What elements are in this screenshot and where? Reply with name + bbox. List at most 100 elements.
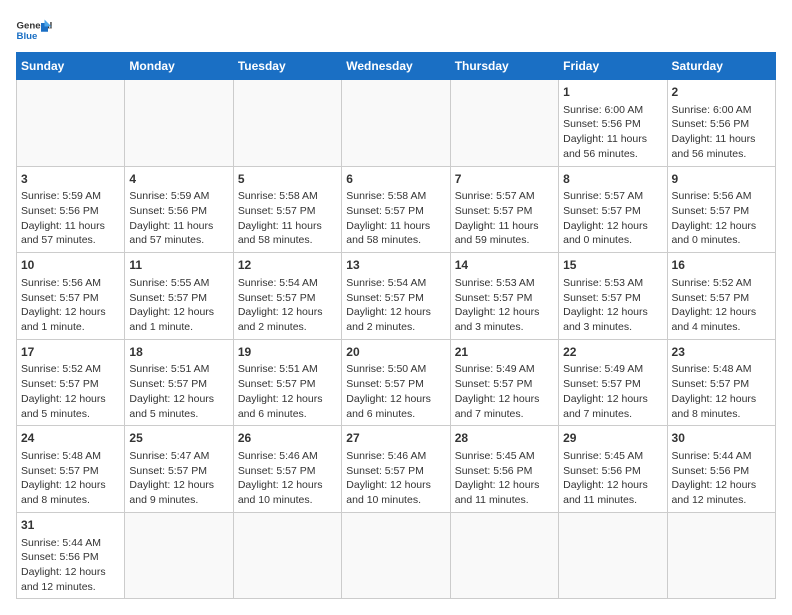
calendar-cell: 30 Sunrise: 5:44 AM Sunset: 5:56 PM Dayli… xyxy=(667,426,775,513)
calendar-cell xyxy=(125,80,233,167)
day-number: 21 xyxy=(455,344,554,361)
calendar-cell: 3Sunrise: 5:59 AM Sunset: 5:56 PM Daylig… xyxy=(17,166,125,253)
day-info: Sunrise: 5:47 AM Sunset: 5:57 PM Dayligh… xyxy=(129,449,228,508)
day-number: 13 xyxy=(346,257,445,274)
day-info: Sunrise: 5:50 AM Sunset: 5:57 PM Dayligh… xyxy=(346,362,445,421)
day-info: Sunrise: 5:51 AM Sunset: 5:57 PM Dayligh… xyxy=(129,362,228,421)
day-info: Sunrise: 5:48 AM Sunset: 5:57 PM Dayligh… xyxy=(21,449,120,508)
day-info: Sunrise: 5:58 AM Sunset: 5:57 PM Dayligh… xyxy=(346,189,445,248)
calendar-cell: 1Sunrise: 6:00 AM Sunset: 5:56 PM Daylig… xyxy=(559,80,667,167)
header: General Blue xyxy=(16,16,776,44)
weekday-header-monday: Monday xyxy=(125,53,233,80)
day-number: 28 xyxy=(455,430,554,447)
calendar-cell: 29Sunrise: 5:45 AM Sunset: 5:56 PM Dayli… xyxy=(559,426,667,513)
day-number: 10 xyxy=(21,257,120,274)
day-info: Sunrise: 5:53 AM Sunset: 5:57 PM Dayligh… xyxy=(563,276,662,335)
day-info: Sunrise: 5:44 AM Sunset: 5:56 PM Dayligh… xyxy=(21,536,120,595)
day-number: 27 xyxy=(346,430,445,447)
day-info: Sunrise: 5:46 AM Sunset: 5:57 PM Dayligh… xyxy=(346,449,445,508)
weekday-header-thursday: Thursday xyxy=(450,53,558,80)
calendar-cell: 6Sunrise: 5:58 AM Sunset: 5:57 PM Daylig… xyxy=(342,166,450,253)
weekday-header-wednesday: Wednesday xyxy=(342,53,450,80)
calendar-cell: 19Sunrise: 5:51 AM Sunset: 5:57 PM Dayli… xyxy=(233,339,341,426)
logo: General Blue xyxy=(16,16,52,44)
weekday-header-saturday: Saturday xyxy=(667,53,775,80)
calendar-cell: 12Sunrise: 5:54 AM Sunset: 5:57 PM Dayli… xyxy=(233,253,341,340)
calendar-cell: 14 Sunrise: 5:53 AM Sunset: 5:57 PM Dayli… xyxy=(450,253,558,340)
day-number: 5 xyxy=(238,171,337,188)
day-number: 22 xyxy=(563,344,662,361)
calendar-cell xyxy=(342,80,450,167)
calendar-cell: 18Sunrise: 5:51 AM Sunset: 5:57 PM Dayli… xyxy=(125,339,233,426)
day-info: Sunrise: 5:55 AM Sunset: 5:57 PM Dayligh… xyxy=(129,276,228,335)
calendar-week-row: 24 Sunrise: 5:48 AM Sunset: 5:57 PM Dayli… xyxy=(17,426,776,513)
day-info: Sunrise: 5:46 AM Sunset: 5:57 PM Dayligh… xyxy=(238,449,337,508)
calendar-cell: 2 Sunrise: 6:00 AM Sunset: 5:56 PM Daylig… xyxy=(667,80,775,167)
day-number: 7 xyxy=(455,171,554,188)
calendar-week-row: 10Sunrise: 5:56 AM Sunset: 5:57 PM Dayli… xyxy=(17,253,776,340)
calendar-cell: 22Sunrise: 5:49 AM Sunset: 5:57 PM Dayli… xyxy=(559,339,667,426)
day-number: 30 xyxy=(672,430,771,447)
svg-text:Blue: Blue xyxy=(17,31,38,42)
day-info: Sunrise: 5:45 AM Sunset: 5:56 PM Dayligh… xyxy=(563,449,662,508)
day-number: 11 xyxy=(129,257,228,274)
day-info: Sunrise: 5:54 AM Sunset: 5:57 PM Dayligh… xyxy=(346,276,445,335)
day-number: 26 xyxy=(238,430,337,447)
calendar-week-row: 1Sunrise: 6:00 AM Sunset: 5:56 PM Daylig… xyxy=(17,80,776,167)
day-info: Sunrise: 5:49 AM Sunset: 5:57 PM Dayligh… xyxy=(563,362,662,421)
day-info: Sunrise: 5:45 AM Sunset: 5:56 PM Dayligh… xyxy=(455,449,554,508)
calendar-cell xyxy=(559,512,667,599)
day-number: 9 xyxy=(672,171,771,188)
day-info: Sunrise: 5:56 AM Sunset: 5:57 PM Dayligh… xyxy=(672,189,771,248)
calendar-cell: 24 Sunrise: 5:48 AM Sunset: 5:57 PM Dayli… xyxy=(17,426,125,513)
calendar-cell: 27 Sunrise: 5:46 AM Sunset: 5:57 PM Dayli… xyxy=(342,426,450,513)
calendar-cell: 11 Sunrise: 5:55 AM Sunset: 5:57 PM Dayli… xyxy=(125,253,233,340)
weekday-header-tuesday: Tuesday xyxy=(233,53,341,80)
calendar-cell: 20Sunrise: 5:50 AM Sunset: 5:57 PM Dayli… xyxy=(342,339,450,426)
calendar-week-row: 17Sunrise: 5:52 AM Sunset: 5:57 PM Dayli… xyxy=(17,339,776,426)
day-number: 14 xyxy=(455,257,554,274)
calendar-cell: 4Sunrise: 5:59 AM Sunset: 5:56 PM Daylig… xyxy=(125,166,233,253)
day-info: Sunrise: 5:49 AM Sunset: 5:57 PM Dayligh… xyxy=(455,362,554,421)
day-number: 18 xyxy=(129,344,228,361)
calendar-cell xyxy=(342,512,450,599)
day-info: Sunrise: 5:57 AM Sunset: 5:57 PM Dayligh… xyxy=(455,189,554,248)
day-number: 3 xyxy=(21,171,120,188)
calendar-cell: 13 Sunrise: 5:54 AM Sunset: 5:57 PM Dayli… xyxy=(342,253,450,340)
day-info: Sunrise: 6:00 AM Sunset: 5:56 PM Dayligh… xyxy=(672,103,771,162)
calendar-cell: 9Sunrise: 5:56 AM Sunset: 5:57 PM Daylig… xyxy=(667,166,775,253)
day-info: Sunrise: 5:51 AM Sunset: 5:57 PM Dayligh… xyxy=(238,362,337,421)
calendar-week-row: 3Sunrise: 5:59 AM Sunset: 5:56 PM Daylig… xyxy=(17,166,776,253)
calendar-header: SundayMondayTuesdayWednesdayThursdayFrid… xyxy=(17,53,776,80)
day-number: 20 xyxy=(346,344,445,361)
day-number: 24 xyxy=(21,430,120,447)
day-number: 31 xyxy=(21,517,120,534)
day-number: 25 xyxy=(129,430,228,447)
generalblue-logo-icon: General Blue xyxy=(16,16,52,44)
day-info: Sunrise: 5:59 AM Sunset: 5:56 PM Dayligh… xyxy=(21,189,120,248)
day-number: 15 xyxy=(563,257,662,274)
calendar-cell: 28 Sunrise: 5:45 AM Sunset: 5:56 PM Dayli… xyxy=(450,426,558,513)
calendar-cell xyxy=(450,512,558,599)
calendar-cell xyxy=(17,80,125,167)
day-info: Sunrise: 5:57 AM Sunset: 5:57 PM Dayligh… xyxy=(563,189,662,248)
calendar-cell: 16Sunrise: 5:52 AM Sunset: 5:57 PM Dayli… xyxy=(667,253,775,340)
day-info: Sunrise: 5:59 AM Sunset: 5:56 PM Dayligh… xyxy=(129,189,228,248)
weekday-header-sunday: Sunday xyxy=(17,53,125,80)
calendar-cell: 5Sunrise: 5:58 AM Sunset: 5:57 PM Daylig… xyxy=(233,166,341,253)
day-info: Sunrise: 5:52 AM Sunset: 5:57 PM Dayligh… xyxy=(672,276,771,335)
day-number: 23 xyxy=(672,344,771,361)
day-number: 6 xyxy=(346,171,445,188)
calendar-cell xyxy=(125,512,233,599)
day-info: Sunrise: 5:44 AM Sunset: 5:56 PM Dayligh… xyxy=(672,449,771,508)
day-info: Sunrise: 5:53 AM Sunset: 5:57 PM Dayligh… xyxy=(455,276,554,335)
weekday-header-row: SundayMondayTuesdayWednesdayThursdayFrid… xyxy=(17,53,776,80)
day-number: 17 xyxy=(21,344,120,361)
calendar-cell: 23Sunrise: 5:48 AM Sunset: 5:57 PM Dayli… xyxy=(667,339,775,426)
calendar-cell: 25 Sunrise: 5:47 AM Sunset: 5:57 PM Dayli… xyxy=(125,426,233,513)
calendar-cell: 26 Sunrise: 5:46 AM Sunset: 5:57 PM Dayli… xyxy=(233,426,341,513)
day-info: Sunrise: 5:52 AM Sunset: 5:57 PM Dayligh… xyxy=(21,362,120,421)
calendar-cell xyxy=(233,512,341,599)
day-number: 2 xyxy=(672,84,771,101)
calendar-cell: 21Sunrise: 5:49 AM Sunset: 5:57 PM Dayli… xyxy=(450,339,558,426)
